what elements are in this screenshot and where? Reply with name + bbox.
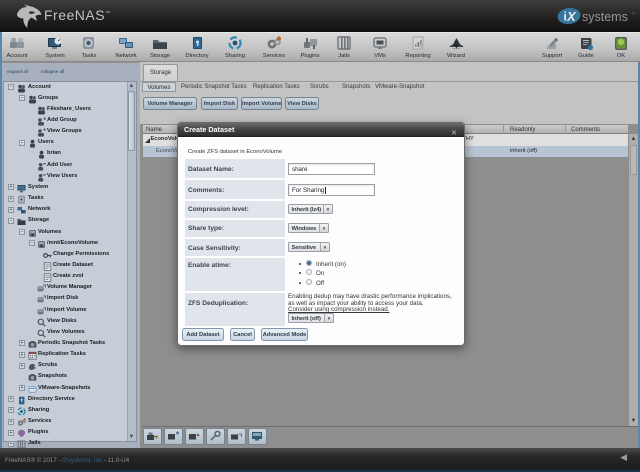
svg-text:systems: systems — [582, 10, 628, 24]
svg-text:X: X — [566, 9, 577, 24]
svg-text:™: ™ — [631, 11, 635, 16]
